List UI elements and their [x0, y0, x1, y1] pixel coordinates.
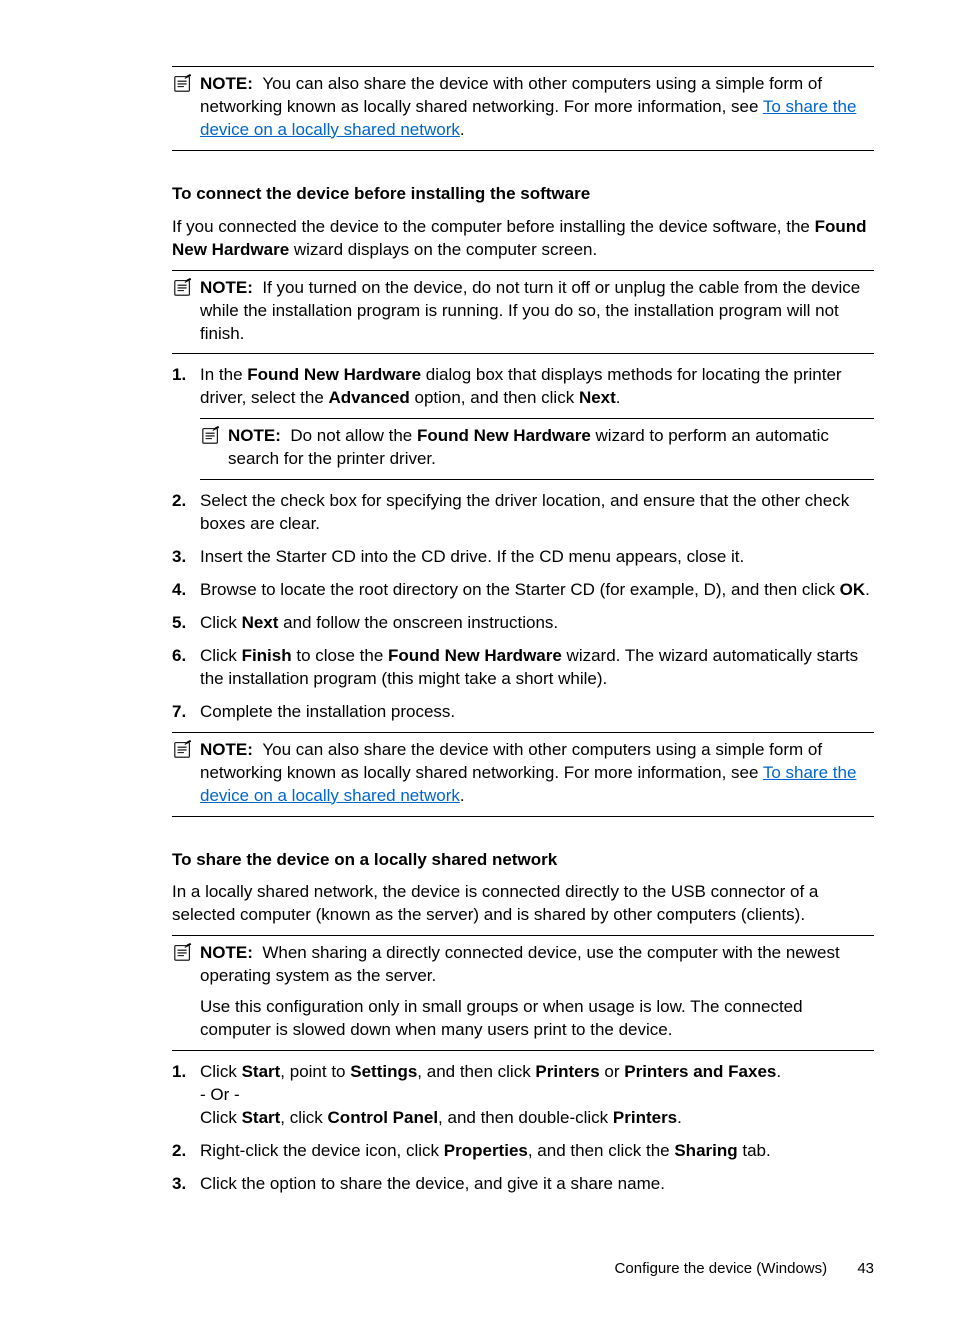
note-label: NOTE:: [200, 740, 253, 759]
page-number: 43: [857, 1260, 874, 1277]
note-icon: [172, 942, 194, 962]
alt-step: Click Start, click Control Panel, and th…: [200, 1107, 874, 1130]
section-intro: In a locally shared network, the device …: [172, 881, 874, 927]
section-heading: To connect the device before installing …: [172, 183, 874, 206]
note-body: NOTE: You can also share the device with…: [172, 739, 874, 808]
list-item: Click the option to share the device, an…: [172, 1173, 874, 1196]
note-block: NOTE: You can also share the device with…: [172, 66, 874, 151]
ordered-list: In the Found New Hardware dialog box tha…: [172, 364, 874, 723]
list-item: Insert the Starter CD into the CD drive.…: [172, 546, 874, 569]
footer-section: Configure the device (Windows): [615, 1260, 828, 1277]
or-separator: - Or -: [200, 1084, 874, 1107]
note-block: NOTE: You can also share the device with…: [172, 732, 874, 817]
page-footer: Configure the device (Windows) 43: [615, 1259, 874, 1279]
note-body: NOTE: Do not allow the Found New Hardwar…: [200, 425, 874, 471]
note-label: NOTE:: [228, 426, 281, 445]
note-label: NOTE:: [200, 74, 253, 93]
note-text: NOTE: If you turned on the device, do no…: [200, 278, 860, 343]
list-item: Click Start, point to Settings, and then…: [172, 1061, 874, 1130]
list-item: Browse to locate the root directory on t…: [172, 579, 874, 602]
note-text: NOTE: Do not allow the Found New Hardwar…: [228, 426, 829, 468]
section-intro: If you connected the device to the compu…: [172, 216, 874, 262]
note-body: NOTE: If you turned on the device, do no…: [172, 277, 874, 346]
note-block: NOTE: If you turned on the device, do no…: [172, 270, 874, 355]
note-body: NOTE: When sharing a directly connected …: [172, 942, 874, 988]
note-label: NOTE:: [200, 278, 253, 297]
note-label: NOTE:: [200, 943, 253, 962]
note-icon: [200, 425, 222, 445]
list-item: In the Found New Hardware dialog box tha…: [172, 364, 874, 480]
note-icon: [172, 739, 194, 759]
list-item: Select the check box for specifying the …: [172, 490, 874, 536]
ordered-list: Click Start, point to Settings, and then…: [172, 1061, 874, 1196]
note-text: NOTE: You can also share the device with…: [200, 74, 856, 139]
note-body: NOTE: You can also share the device with…: [172, 73, 874, 142]
note-block: NOTE: Do not allow the Found New Hardwar…: [200, 418, 874, 480]
note-text: NOTE: You can also share the device with…: [200, 740, 856, 805]
note-icon: [172, 277, 194, 297]
list-item: Click Finish to close the Found New Hard…: [172, 645, 874, 691]
section-heading: To share the device on a locally shared …: [172, 849, 874, 872]
list-item: Click Next and follow the onscreen instr…: [172, 612, 874, 635]
list-item: Complete the installation process.: [172, 701, 874, 724]
note-text: Use this configuration only in small gro…: [172, 996, 874, 1042]
note-text: NOTE: When sharing a directly connected …: [200, 943, 840, 985]
document-page: NOTE: You can also share the device with…: [0, 0, 954, 1321]
list-item: Right-click the device icon, click Prope…: [172, 1140, 874, 1163]
note-icon: [172, 73, 194, 93]
note-block: NOTE: When sharing a directly connected …: [172, 935, 874, 1051]
